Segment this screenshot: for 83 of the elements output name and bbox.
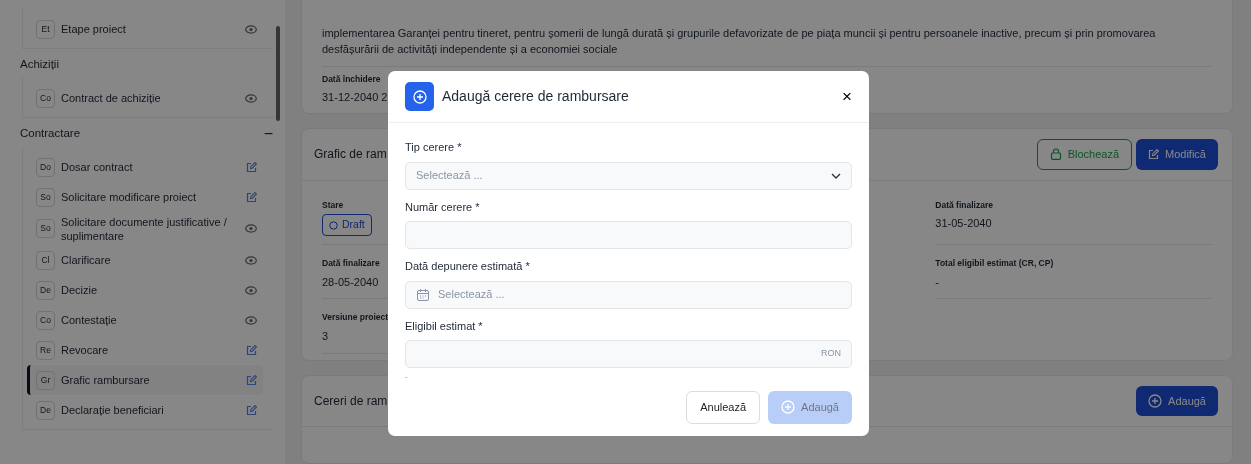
eye-icon — [245, 315, 257, 325]
field-value: - — [935, 274, 939, 290]
field-label: Dată finalizare — [322, 257, 380, 270]
field-label: Dată depunere estimată * — [405, 259, 531, 274]
field-value: 3 — [322, 329, 329, 345]
sidebar-item[interactable]: So Solicitare modificare proiect — [27, 182, 263, 213]
sidebar-item[interactable]: Et Etape proiect — [27, 14, 263, 44]
lock-icon — [1049, 148, 1062, 161]
abbreviation-tag: De — [36, 280, 55, 300]
abbreviation-tag: Co — [36, 88, 55, 108]
input-field[interactable]: RON — [405, 340, 852, 368]
item-label: Dosar contract — [61, 160, 134, 175]
edit-icon — [1148, 148, 1160, 160]
eye-icon — [245, 93, 257, 103]
plus-circle-icon — [1148, 393, 1163, 408]
card-title: Cereri de ram — [314, 392, 388, 410]
field-value: 28-05-2040 — [322, 274, 379, 290]
sidebar-item[interactable]: So Solicitare documente justificative / suplimentare — [27, 212, 263, 246]
collapse-toggle[interactable]: − — [263, 125, 273, 143]
field-label: Număr cerere * — [405, 199, 481, 215]
edit-icon — [246, 344, 257, 356]
field-label: Eligibil estimat * — [405, 318, 484, 334]
group-heading: Contractare — [20, 126, 81, 142]
eye-icon — [245, 24, 257, 34]
field-label: Total eligibil estimat (CR, CP) — [935, 257, 1054, 270]
field-value: 31-05-2040 — [935, 216, 992, 232]
item-label: Contract de achiziție — [61, 91, 162, 106]
edit-icon — [246, 162, 257, 173]
abbreviation-tag: De — [36, 400, 55, 420]
item-label: Decizie — [61, 282, 99, 298]
item-label: Declarație beneficiari — [61, 402, 165, 418]
chevron-down-icon — [831, 172, 841, 179]
sidebar-item[interactable]: De Declarație beneficiari — [27, 395, 263, 426]
cancel-button[interactable]: Anulează — [686, 391, 761, 424]
add-button[interactable]: Adaugă — [1136, 385, 1218, 417]
item-label: Clarificare — [61, 252, 112, 268]
field-label: Dată închidere — [322, 72, 381, 86]
abbreviation-tag: Et — [36, 19, 55, 39]
abbreviation-tag: So — [36, 219, 55, 239]
currency-suffix: RON — [821, 347, 841, 361]
eye-icon — [245, 224, 257, 234]
description-text: implementarea Garanței pentru tineret, pentru șomerii de lungă durată și grupurile defavorizate de pe piața muncii și pentru persoanele inactive, precum și prin promovarea desfășurării de activități independente și a economiei sociale — [322, 26, 1212, 67]
edit-icon — [246, 192, 257, 203]
sidebar-item[interactable]: Cl Clarificare — [27, 245, 263, 276]
eye-icon — [245, 285, 257, 295]
item-label: Etape proiect — [61, 21, 127, 37]
sidebar-item[interactable]: Re Revocare — [27, 335, 263, 366]
item-label: Solicitare documente justificative / suplimentare — [61, 214, 228, 244]
item-label: Grafic rambursare — [61, 372, 151, 388]
input-field[interactable]: Selectează ... — [405, 280, 852, 309]
abbreviation-tag: Re — [36, 340, 55, 360]
abbreviation-tag: Co — [36, 310, 55, 330]
sidebar-item[interactable]: Co Contract de achiziție — [27, 83, 263, 114]
edit-button[interactable]: Modifică — [1136, 139, 1218, 170]
item-label: Contestație — [61, 312, 118, 328]
card-title: Grafic de ram — [314, 146, 387, 164]
modal-title: Adaugă cerere de rambursare — [442, 87, 630, 106]
item-label: Revocare — [61, 342, 110, 358]
sidebar-item[interactable]: De Decizie — [27, 275, 263, 306]
input-field[interactable] — [405, 221, 852, 249]
item-label: Solicitare modificare proiect — [61, 190, 198, 205]
sidebar-item[interactable]: Gr Grafic rambursare — [27, 365, 263, 396]
calendar-icon — [416, 287, 430, 302]
group-heading: Achiziții — [20, 57, 59, 72]
plus-circle-icon — [781, 400, 796, 415]
edit-icon — [246, 374, 257, 386]
abbreviation-tag: Cl — [36, 250, 55, 270]
hint-text: - — [405, 371, 409, 383]
input-field[interactable]: Selectează ... — [405, 161, 852, 190]
abbreviation-tag: So — [36, 188, 55, 207]
abbreviation-tag: Gr — [36, 370, 55, 390]
sidebar-item[interactable]: Co Contestație — [27, 305, 263, 336]
status-badge: Draft — [322, 214, 372, 237]
eye-icon — [245, 255, 257, 265]
field-label: Tip cerere * — [405, 140, 463, 155]
field-label: Dată finalizare — [935, 198, 993, 212]
field-value: 31-12-2040 2 — [322, 89, 388, 105]
edit-icon — [246, 404, 257, 416]
field-label: Stare — [322, 198, 344, 212]
abbreviation-tag: Do — [36, 158, 55, 177]
sidebar-item[interactable]: Do Dosar contract — [27, 152, 263, 183]
close-button[interactable]: × — [842, 88, 852, 105]
field-label: Versiune proiect — [322, 311, 389, 325]
